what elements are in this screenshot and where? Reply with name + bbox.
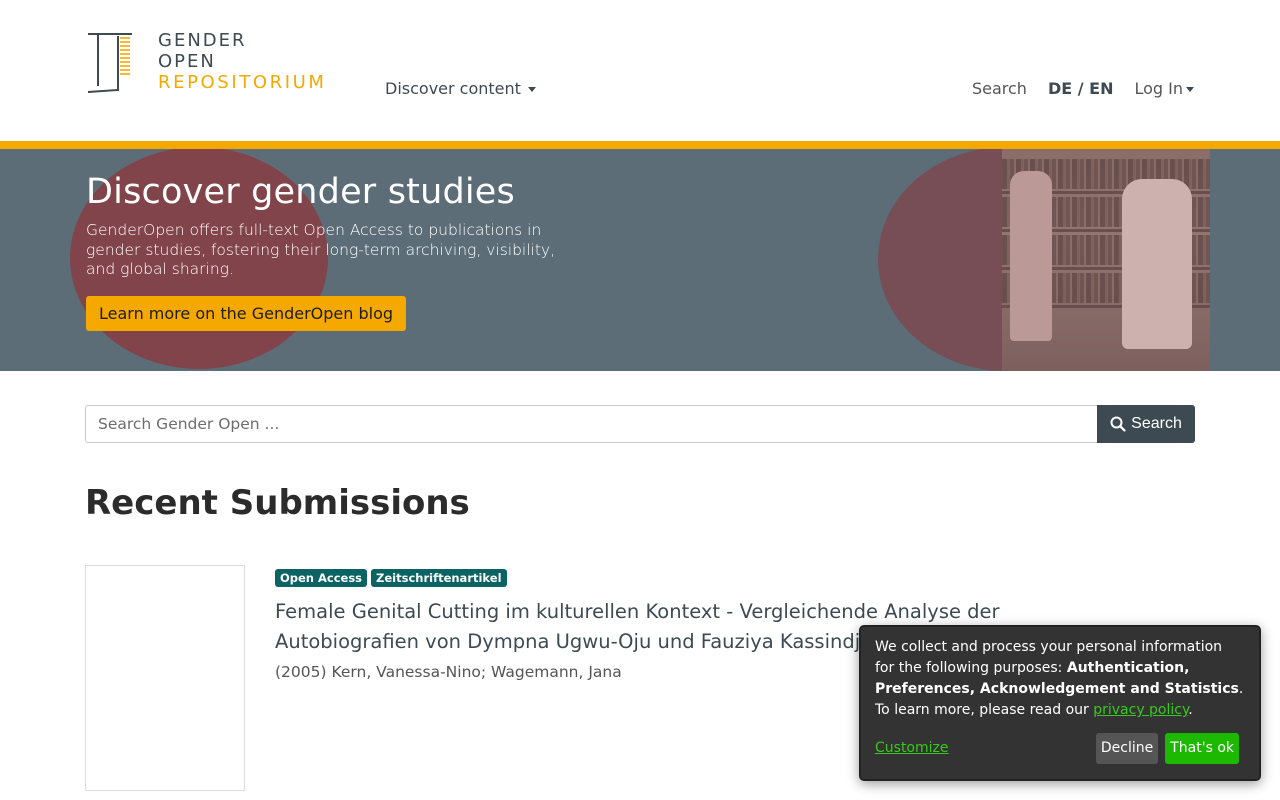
caret-down-icon [1186,87,1194,92]
item-badges: Open Access Zeitschriftenartikel [275,569,1035,587]
privacy-policy-link[interactable]: privacy policy [1093,702,1188,718]
banner-title: Discover gender studies [86,172,515,212]
discover-content-menu[interactable]: Discover content [385,79,536,98]
cookie-learn-suffix: . [1188,702,1193,718]
logo-text: GENDER OPEN REPOSITORIUM [158,30,327,93]
logo-line-3: REPOSITORIUM [158,72,327,93]
site-header: GENDER OPEN REPOSITORIUM Discover conten… [0,0,1280,141]
header-accent-bar [0,141,1280,149]
language-switcher: DE / EN [1048,79,1114,98]
blog-button[interactable]: Learn more on the GenderOpen blog [86,295,407,331]
search-input[interactable] [85,405,1097,443]
banner-description: GenderOpen offers full-text Open Access … [86,221,556,278]
logo-mark-icon [87,33,132,93]
logo-line-1: GENDER [158,30,247,51]
search-form: Search [85,405,1195,443]
recent-submissions-title: Recent Submissions [85,483,470,523]
photo-tint [1002,149,1210,371]
header-right-nav: Search DE / EN Log In [972,79,1194,98]
decline-button[interactable]: Decline [1095,733,1159,764]
login-label: Log In [1134,79,1183,98]
customize-link[interactable]: Customize [875,738,949,759]
cookie-consent-dialog: We collect and process your personal inf… [859,625,1261,781]
cookie-actions: Customize Decline That's ok [875,733,1239,764]
cookie-learn-prefix: To learn more, please read our [875,702,1094,718]
lang-separator: / [1072,79,1090,98]
search-link[interactable]: Search [972,79,1027,98]
lang-en-link[interactable]: EN [1089,79,1113,98]
cookie-text: We collect and process your personal inf… [875,637,1245,700]
caret-down-icon [527,87,536,92]
search-button[interactable]: Search [1097,405,1195,443]
search-button-label: Search [1131,415,1182,432]
site-logo[interactable]: GENDER OPEN REPOSITORIUM [86,30,346,96]
banner-content: Discover gender studies GenderOpen offer… [86,171,556,331]
type-badge: Zeitschriftenartikel [371,569,507,587]
cookie-text-suffix: . [1238,681,1244,697]
hero-banner: Discover gender studies GenderOpen offer… [0,149,1280,371]
lang-de-link[interactable]: DE [1048,79,1072,98]
open-access-badge: Open Access [275,569,368,587]
discover-content-label: Discover content [385,79,521,98]
logo-line-2: OPEN [158,51,216,72]
search-icon [1110,416,1126,432]
cookie-learn-more: To learn more, please read our privacy p… [875,700,1245,721]
accept-button[interactable]: That's ok [1165,733,1239,764]
library-photo [1002,149,1210,371]
submission-thumbnail[interactable] [85,565,245,791]
login-menu[interactable]: Log In [1134,79,1194,98]
